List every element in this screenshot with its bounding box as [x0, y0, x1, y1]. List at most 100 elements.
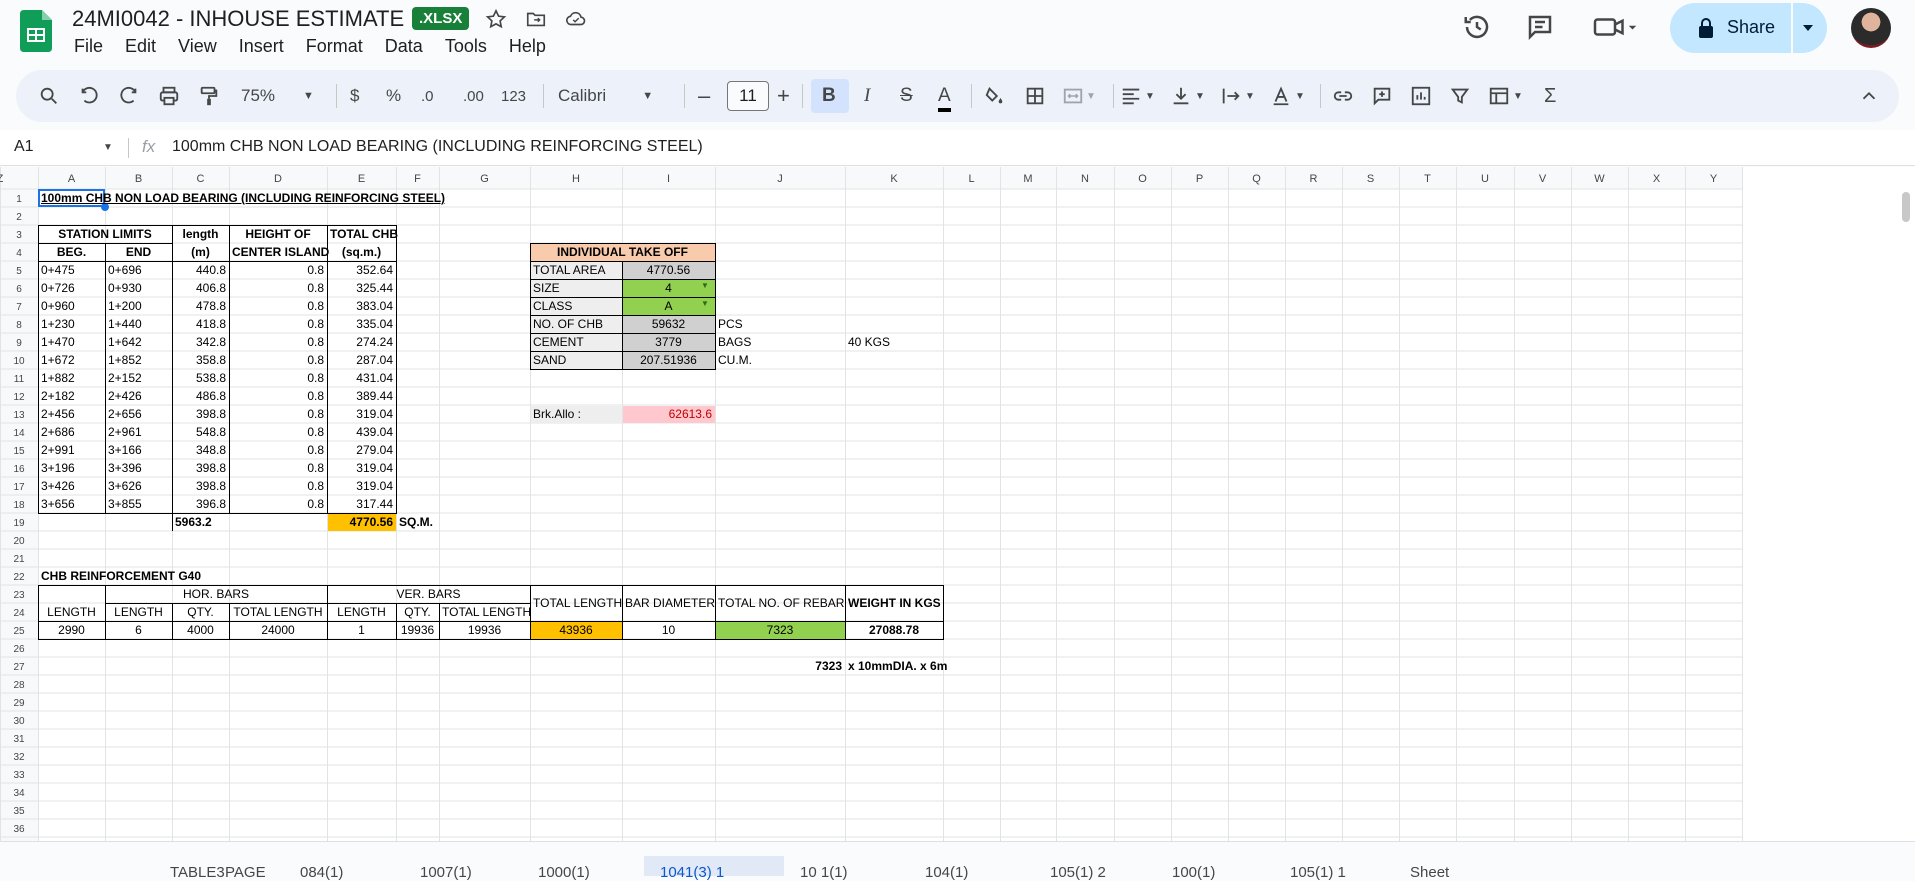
cell-dropdown-icon[interactable]: ▼	[701, 295, 709, 313]
sheet-title[interactable]: 100mm CHB NON LOAD BEARING (INCLUDING RE…	[41, 189, 461, 207]
filter-views-icon[interactable]: ▼	[1488, 84, 1523, 108]
header-length-unit[interactable]: (m)	[175, 243, 226, 261]
length-value[interactable]: 406.8	[175, 279, 226, 297]
menu-file[interactable]: File	[74, 36, 103, 57]
menu-view[interactable]: View	[178, 36, 217, 57]
header-height[interactable]: HEIGHT OF	[232, 225, 324, 243]
name-box-chevron-down-icon[interactable]: ▼	[103, 142, 113, 153]
total-chb-value[interactable]: 389.44	[330, 387, 393, 405]
more-formats-button[interactable]: 123	[501, 84, 526, 108]
column-header-s[interactable]: S	[1367, 173, 1374, 185]
menu-data[interactable]: Data	[385, 36, 423, 57]
takeoff-extra[interactable]: 40 KGS	[848, 333, 940, 351]
station-beg[interactable]: 2+182	[41, 387, 102, 405]
station-end[interactable]: 3+166	[108, 441, 169, 459]
row-header[interactable]: 12	[13, 392, 25, 403]
row-header[interactable]: 14	[13, 428, 25, 439]
reinforcement-header[interactable]: QTY.	[399, 603, 436, 621]
row-header[interactable]: 2	[16, 212, 22, 223]
row-header[interactable]: 21	[13, 554, 25, 565]
column-header-l[interactable]: L	[968, 173, 974, 185]
takeoff-label[interactable]: CEMENT	[533, 333, 619, 351]
column-header-k[interactable]: K	[890, 173, 898, 185]
height-value[interactable]: 0.8	[232, 423, 324, 441]
takeoff-value[interactable]: 4	[625, 279, 712, 297]
reinforcement-header[interactable]: LENGTH	[108, 603, 169, 621]
hor-bars-header[interactable]: HOR. BARS	[108, 585, 324, 603]
header-total-unit[interactable]: (sq.m.)	[330, 243, 393, 261]
column-header-h[interactable]: H	[572, 173, 580, 185]
reinforcement-header[interactable]: TOTAL LENGTH	[232, 603, 324, 621]
row-header[interactable]: 34	[13, 788, 25, 799]
meet-icon[interactable]	[1592, 12, 1638, 42]
reinforcement-header[interactable]: LENGTH	[41, 603, 102, 621]
header-height-2[interactable]: CENTER ISLAND	[232, 243, 329, 261]
column-header-z[interactable]: Z	[0, 173, 4, 185]
row-header[interactable]: 9	[16, 338, 22, 349]
column-header-e[interactable]: E	[358, 173, 365, 185]
column-header-a[interactable]: A	[68, 173, 76, 185]
reinforcement-value[interactable]: 43936	[533, 621, 619, 639]
column-header-g[interactable]: G	[480, 173, 489, 185]
row-header[interactable]: 27	[13, 662, 25, 673]
font-family-select[interactable]: Calibri ▼	[558, 84, 653, 108]
total-chb-value[interactable]: 279.04	[330, 441, 393, 459]
row-header[interactable]: 26	[13, 644, 25, 655]
row-header[interactable]: 24	[13, 608, 25, 619]
vertical-align-icon[interactable]: ▼	[1170, 84, 1205, 108]
row-header[interactable]: 15	[13, 446, 25, 457]
takeoff-label[interactable]: SAND	[533, 351, 619, 369]
row-header[interactable]: 18	[13, 500, 25, 511]
station-beg[interactable]: 3+426	[41, 477, 102, 495]
format-percent-button[interactable]: %	[386, 84, 401, 108]
station-beg[interactable]: 2+456	[41, 405, 102, 423]
text-wrapping-icon[interactable]: ▼	[1220, 84, 1255, 108]
header-station-limits[interactable]: STATION LIMITS	[41, 225, 169, 243]
formula-input[interactable]: 100mm CHB NON LOAD BEARING (INCLUDING RE…	[172, 138, 703, 156]
row-header[interactable]: 22	[13, 572, 25, 583]
row-header[interactable]: 11	[14, 374, 25, 385]
search-menus-icon[interactable]	[38, 84, 60, 108]
column-header-f[interactable]: F	[414, 173, 421, 185]
length-value[interactable]: 538.8	[175, 369, 226, 387]
header-beg[interactable]: BEG.	[41, 243, 102, 261]
collapse-toolbar-icon[interactable]	[1858, 84, 1880, 108]
italic-button[interactable]: I	[864, 84, 870, 108]
insert-link-icon[interactable]	[1332, 84, 1354, 108]
reinforcement-value[interactable]: 19936	[399, 621, 436, 639]
height-value[interactable]: 0.8	[232, 369, 324, 387]
height-value[interactable]: 0.8	[232, 297, 324, 315]
total-chb-sum[interactable]: 4770.56	[330, 513, 393, 531]
horizontal-align-icon[interactable]: ▼	[1120, 84, 1155, 108]
column-header-c[interactable]: C	[197, 173, 205, 185]
header-length[interactable]: length	[175, 225, 226, 243]
takeoff-label[interactable]: TOTAL AREA	[533, 261, 619, 279]
column-header-w[interactable]: W	[1594, 173, 1605, 185]
length-value[interactable]: 348.8	[175, 441, 226, 459]
station-end[interactable]: 3+626	[108, 477, 169, 495]
insert-comment-icon[interactable]	[1371, 84, 1393, 108]
column-header-u[interactable]: U	[1481, 173, 1489, 185]
reinforcement-value[interactable]: 7323	[718, 621, 842, 639]
station-beg[interactable]: 0+475	[41, 261, 102, 279]
reinforcement-header[interactable]: BAR DIAMETER	[625, 594, 715, 612]
total-chb-value[interactable]: 319.04	[330, 405, 393, 423]
sheet-tab[interactable]: 105(1) 1	[1290, 864, 1346, 881]
length-value[interactable]: 486.8	[175, 387, 226, 405]
station-beg[interactable]: 3+196	[41, 459, 102, 477]
sheet-tab[interactable]: PAGE	[225, 864, 266, 881]
takeoff-value[interactable]: 3779	[625, 333, 712, 351]
insert-chart-icon[interactable]	[1410, 84, 1432, 108]
decrease-decimal-button[interactable]: .0	[421, 84, 434, 108]
row-header[interactable]: 6	[16, 284, 22, 295]
column-header-i[interactable]: I	[667, 173, 670, 185]
version-history-icon[interactable]	[1462, 12, 1492, 42]
menu-tools[interactable]: Tools	[445, 36, 487, 57]
column-header-m[interactable]: M	[1023, 173, 1032, 185]
reinforcement-value[interactable]: 6	[108, 621, 169, 639]
merge-cells-icon[interactable]: ▼	[1062, 84, 1096, 108]
user-avatar[interactable]	[1851, 8, 1891, 48]
row-header[interactable]: 31	[13, 734, 25, 745]
row-header[interactable]: 36	[13, 824, 25, 835]
document-title[interactable]: 24MI0042 - INHOUSE ESTIMATE	[72, 6, 404, 32]
